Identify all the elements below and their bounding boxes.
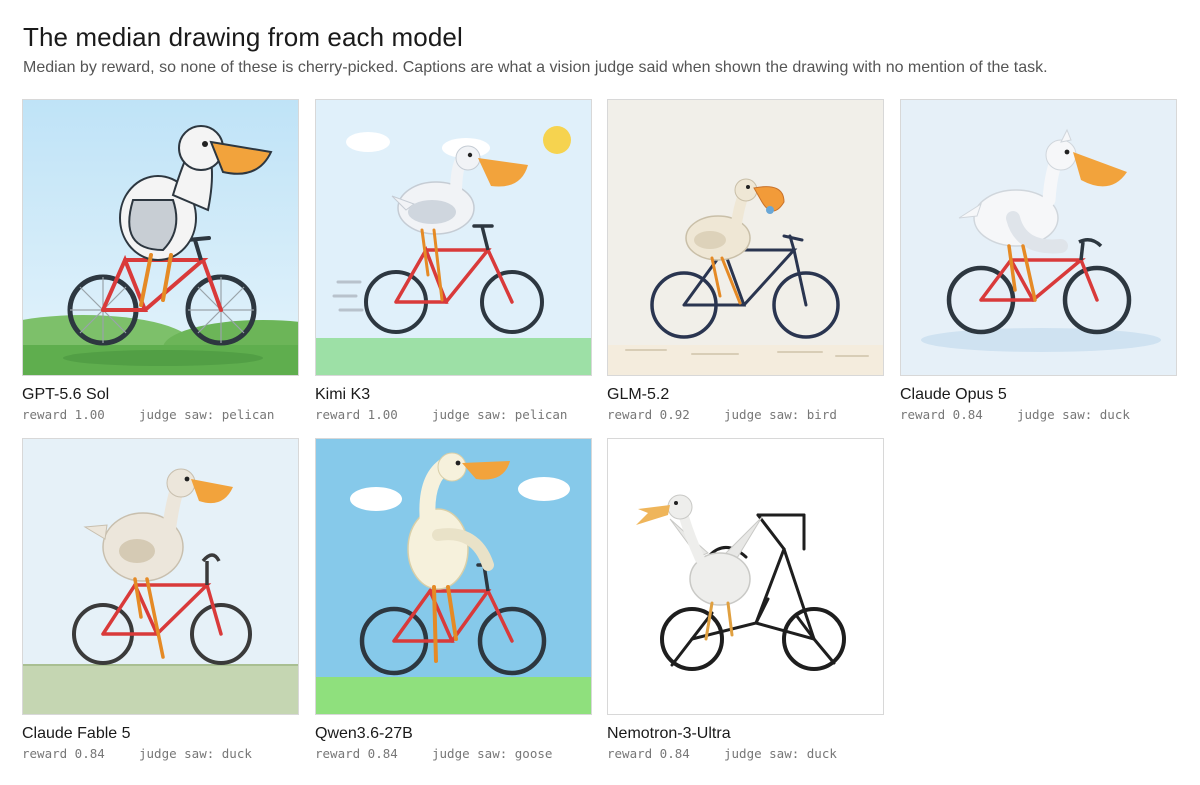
- pelican-bicycle-drawing: [316, 100, 591, 375]
- drawing-image: [900, 99, 1177, 376]
- page: The median drawing from each model Media…: [0, 0, 1200, 785]
- card-meta: reward 1.00 judge saw: pelican: [315, 407, 592, 423]
- drawing-grid: GPT-5.6 Sol reward 1.00 judge saw: pelica…: [0, 0, 1200, 785]
- model-name: Claude Opus 5: [900, 386, 1007, 403]
- card-meta: reward 1.00 judge saw: pelican: [22, 407, 299, 423]
- reward-label: reward 1.00: [315, 407, 398, 422]
- card-meta: reward 0.84 judge saw: duck: [900, 407, 1177, 423]
- card-meta: reward 0.84 judge saw: goose: [315, 746, 592, 762]
- reward-label: reward 0.84: [900, 407, 983, 422]
- pelican-bicycle-drawing: [901, 100, 1176, 375]
- model-card: Qwen3.6-27B reward 0.84 judge saw: goose: [315, 438, 592, 762]
- card-meta: reward 0.84 judge saw: duck: [607, 746, 884, 762]
- pelican-bicycle-drawing: [316, 439, 591, 714]
- reward-label: reward 0.84: [315, 746, 398, 761]
- pelican-bicycle-drawing: [23, 439, 298, 714]
- card-meta: reward 0.92 judge saw: bird: [607, 407, 884, 423]
- judge-label: judge saw: goose: [432, 746, 553, 761]
- model-card: GLM-5.2 reward 0.92 judge saw: bird: [607, 99, 884, 423]
- model-name: GLM-5.2: [607, 386, 670, 403]
- drawing-image: [315, 438, 592, 715]
- judge-label: judge saw: duck: [724, 746, 837, 761]
- model-name: Claude Fable 5: [22, 725, 131, 742]
- reward-label: reward 0.84: [22, 746, 105, 761]
- model-card: GPT-5.6 Sol reward 1.00 judge saw: pelica…: [22, 99, 299, 423]
- model-name: Qwen3.6-27B: [315, 725, 413, 742]
- drawing-image: [607, 438, 884, 715]
- drawing-image: [22, 99, 299, 376]
- reward-label: reward 0.92: [607, 407, 690, 422]
- model-card: Nemotron-3-Ultra reward 0.84 judge saw: d…: [607, 438, 884, 762]
- judge-label: judge saw: duck: [1017, 407, 1130, 422]
- card-meta: reward 0.84 judge saw: duck: [22, 746, 299, 762]
- model-name: Nemotron-3-Ultra: [607, 725, 731, 742]
- model-card: Kimi K3 reward 1.00 judge saw: pelican: [315, 99, 592, 423]
- judge-label: judge saw: pelican: [139, 407, 275, 422]
- drawing-image: [607, 99, 884, 376]
- drawing-image: [315, 99, 592, 376]
- model-name: Kimi K3: [315, 386, 371, 403]
- reward-label: reward 1.00: [22, 407, 105, 422]
- pelican-bicycle-drawing: [23, 100, 298, 375]
- model-card: Claude Fable 5 reward 0.84 judge saw: duc…: [22, 438, 299, 762]
- judge-label: judge saw: bird: [724, 407, 837, 422]
- reward-label: reward 0.84: [607, 746, 690, 761]
- pelican-bicycle-drawing: [608, 439, 883, 714]
- judge-label: judge saw: duck: [139, 746, 252, 761]
- model-name: GPT-5.6 Sol: [22, 386, 110, 403]
- model-card: Claude Opus 5 reward 0.84 judge saw: duck: [900, 99, 1177, 423]
- drawing-image: [22, 438, 299, 715]
- judge-label: judge saw: pelican: [432, 407, 568, 422]
- pelican-bicycle-drawing: [608, 100, 883, 375]
